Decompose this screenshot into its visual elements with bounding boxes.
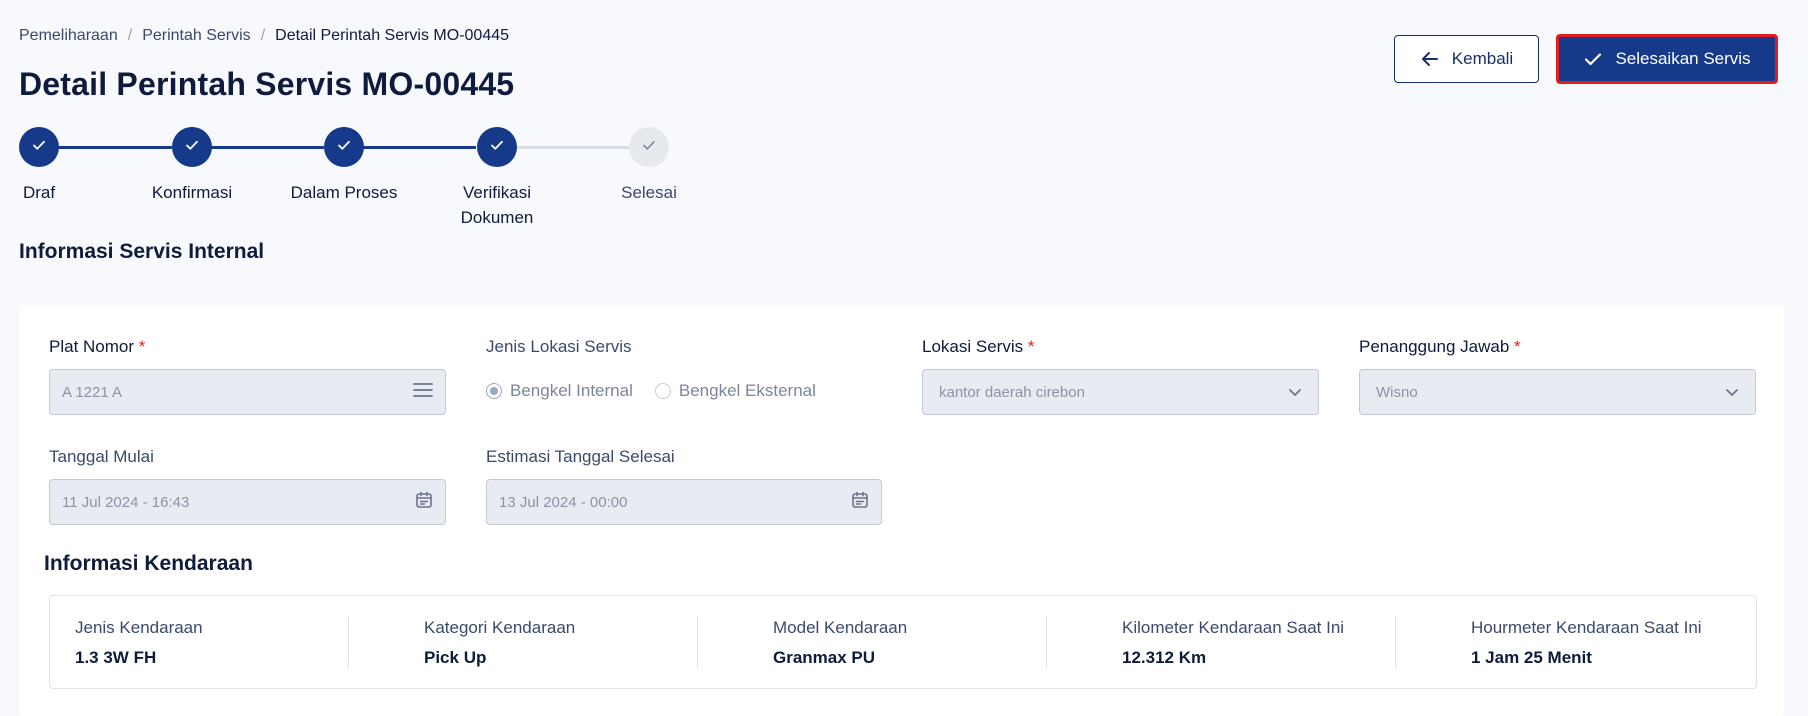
breadcrumb-separator: / xyxy=(127,27,133,44)
check-icon xyxy=(489,137,505,158)
location-type-radio-group: Bengkel Internal Bengkel Eksternal xyxy=(486,381,816,401)
check-icon xyxy=(336,137,352,158)
vehicle-type: Jenis Kendaraan 1.3 3W FH xyxy=(75,618,203,667)
divider xyxy=(348,616,349,668)
finish-service-button[interactable]: Selesaikan Servis xyxy=(1556,34,1778,84)
location-value: kantor daerah cirebon xyxy=(939,383,1085,401)
breadcrumb-item-perintah-servis[interactable]: Perintah Servis xyxy=(142,27,251,45)
check-icon xyxy=(1583,49,1603,69)
plate-label: Plat Nomor * xyxy=(49,337,146,356)
location-select[interactable]: kantor daerah cirebon xyxy=(922,369,1319,415)
check-icon xyxy=(184,137,200,158)
breadcrumb-separator: / xyxy=(260,27,266,44)
check-icon xyxy=(31,137,47,158)
breadcrumb-item-pemeliharaan[interactable]: Pemeliharaan xyxy=(19,27,118,45)
step-label: Selesai xyxy=(621,183,677,202)
vehicle-info-panel: Jenis Kendaraan 1.3 3W FH Kategori Kenda… xyxy=(49,595,1757,689)
step-draf-indicator xyxy=(19,127,59,167)
vehicle-category: Kategori Kendaraan Pick Up xyxy=(424,618,576,667)
divider xyxy=(1046,616,1047,668)
step-connector xyxy=(515,146,629,149)
radio-indicator xyxy=(654,383,671,399)
step-label: Verifikasi Dokumen xyxy=(460,183,534,227)
vehicle-model: Model Kendaraan Granmax PU xyxy=(773,618,908,667)
step-connector xyxy=(210,146,324,149)
plate-value: A 1221 A xyxy=(62,383,123,401)
start-date-input[interactable]: 11 Jul 2024 - 16:43 xyxy=(49,479,446,525)
breadcrumb: Pemeliharaan / Perintah Servis / Detail … xyxy=(19,27,509,45)
calendar-icon xyxy=(851,491,869,513)
finish-service-label: Selesaikan Servis xyxy=(1615,49,1751,68)
section-title: Informasi Servis Internal xyxy=(19,240,265,263)
back-button[interactable]: Kembali xyxy=(1394,35,1539,83)
menu-icon xyxy=(413,382,433,402)
step-connector xyxy=(362,146,476,149)
pic-label: Penanggung Jawab * xyxy=(1359,337,1521,356)
end-date-value: 13 Jul 2024 - 00:00 xyxy=(499,493,628,511)
calendar-icon xyxy=(415,491,433,513)
check-icon xyxy=(641,137,657,158)
end-date-input[interactable]: 13 Jul 2024 - 00:00 xyxy=(486,479,882,525)
location-type-label: Jenis Lokasi Servis xyxy=(486,337,632,356)
end-date-label: Estimasi Tanggal Selesai xyxy=(486,447,675,466)
pic-select[interactable]: Wisno xyxy=(1359,369,1756,415)
chevron-down-icon xyxy=(1288,384,1302,401)
step-verifikasi-indicator xyxy=(477,127,517,167)
location-label: Lokasi Servis * xyxy=(922,337,1035,356)
chevron-down-icon xyxy=(1725,384,1739,401)
pic-value: Wisno xyxy=(1376,383,1418,401)
divider xyxy=(1395,616,1396,668)
step-connector xyxy=(58,146,172,149)
start-date-label: Tanggal Mulai xyxy=(49,447,154,466)
step-konfirmasi-indicator xyxy=(172,127,212,167)
step-label: Draf xyxy=(22,183,56,202)
plate-input[interactable]: A 1221 A xyxy=(49,369,446,415)
step-dalam-proses-indicator xyxy=(324,127,364,167)
vehicle-hourmeter: Hourmeter Kendaraan Saat Ini 1 Jam 25 Me… xyxy=(1471,618,1702,667)
page-title: Detail Perintah Servis MO-00445 xyxy=(19,66,515,102)
step-label: Konfirmasi xyxy=(151,183,233,202)
vehicle-odometer: Kilometer Kendaraan Saat Ini 12.312 Km xyxy=(1122,618,1345,667)
radio-external-workshop[interactable]: Bengkel Eksternal xyxy=(654,381,816,401)
progress-stepper: Draf Konfirmasi Dalam Proses Verifikasi … xyxy=(0,125,720,235)
vehicle-info-title: Informasi Kendaraan xyxy=(44,552,253,575)
step-selesai-indicator xyxy=(629,127,669,167)
back-button-label: Kembali xyxy=(1451,49,1514,68)
radio-indicator xyxy=(486,383,502,399)
divider xyxy=(697,616,698,668)
step-label: Dalam Proses xyxy=(290,183,398,202)
radio-internal-workshop[interactable]: Bengkel Internal xyxy=(486,381,633,401)
breadcrumb-item-current: Detail Perintah Servis MO-00445 xyxy=(275,27,510,44)
start-date-value: 11 Jul 2024 - 16:43 xyxy=(62,493,190,511)
arrow-left-icon xyxy=(1420,49,1440,69)
